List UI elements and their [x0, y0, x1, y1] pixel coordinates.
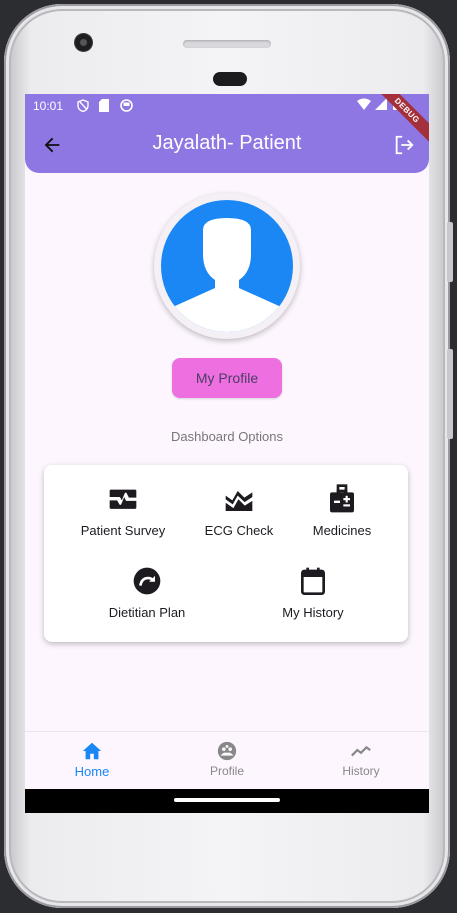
nav-item-profile[interactable]: Profile	[177, 740, 277, 778]
redo-circle-icon	[133, 567, 161, 595]
system-navigation-bar	[25, 789, 429, 813]
option-dietitian-plan[interactable]: Dietitian Plan	[97, 565, 197, 620]
nav-label-history: History	[342, 764, 380, 778]
option-patient-survey[interactable]: Patient Survey	[73, 483, 173, 538]
nav-item-history[interactable]: History	[311, 740, 411, 778]
monitor-heart-icon	[109, 489, 137, 509]
dashboard-card: Patient Survey ECG Check Medicines Dieti…	[44, 465, 408, 642]
status-time: 10:01	[33, 99, 64, 113]
front-camera	[74, 33, 93, 52]
app-bar: 10:01 DEBUG Jayalath- Patient	[25, 94, 429, 173]
option-label: My History	[282, 605, 344, 620]
logout-icon[interactable]	[393, 134, 415, 156]
option-my-history[interactable]: My History	[263, 565, 363, 620]
option-label: Dietitian Plan	[108, 605, 186, 620]
nav-label-home: Home	[74, 764, 110, 779]
trending-icon	[351, 745, 371, 757]
person-silhouette-icon	[165, 218, 289, 332]
shield-icon	[77, 99, 89, 112]
dashboard-options-label: Dashboard Options	[170, 429, 283, 444]
avatar-frame	[154, 193, 300, 339]
signal-icon	[375, 98, 387, 110]
sync-icon	[120, 99, 133, 112]
home-gesture-pill[interactable]	[174, 798, 280, 802]
home-icon	[82, 742, 102, 760]
volume-button	[447, 222, 453, 282]
option-medicines[interactable]: Medicines	[292, 483, 392, 538]
my-profile-button[interactable]: My Profile	[172, 358, 282, 398]
option-ecg-check[interactable]: ECG Check	[189, 483, 289, 538]
ecg-icon	[225, 491, 253, 511]
bottom-navigation: Home Profile History	[25, 731, 429, 790]
nav-label-profile: Profile	[209, 764, 244, 778]
earpiece-speaker	[183, 40, 271, 48]
avatar[interactable]	[161, 200, 293, 332]
screen: 10:01 DEBUG Jayalath- Patient My Profile…	[25, 94, 429, 813]
medical-kit-icon	[330, 484, 354, 513]
wifi-icon	[357, 98, 371, 110]
nav-item-home[interactable]: Home	[42, 740, 142, 779]
option-label: ECG Check	[204, 523, 274, 538]
option-label: Medicines	[312, 523, 372, 538]
power-button	[447, 349, 453, 439]
calendar-icon	[301, 567, 325, 595]
group-icon	[217, 741, 237, 761]
option-label: Patient Survey	[80, 523, 166, 538]
proximity-sensor	[213, 72, 247, 86]
back-arrow-icon[interactable]	[41, 134, 63, 156]
sd-card-icon	[99, 99, 109, 112]
status-bar: 10:01 DEBUG	[25, 94, 429, 145]
page-title: Jayalath- Patient	[152, 132, 302, 154]
